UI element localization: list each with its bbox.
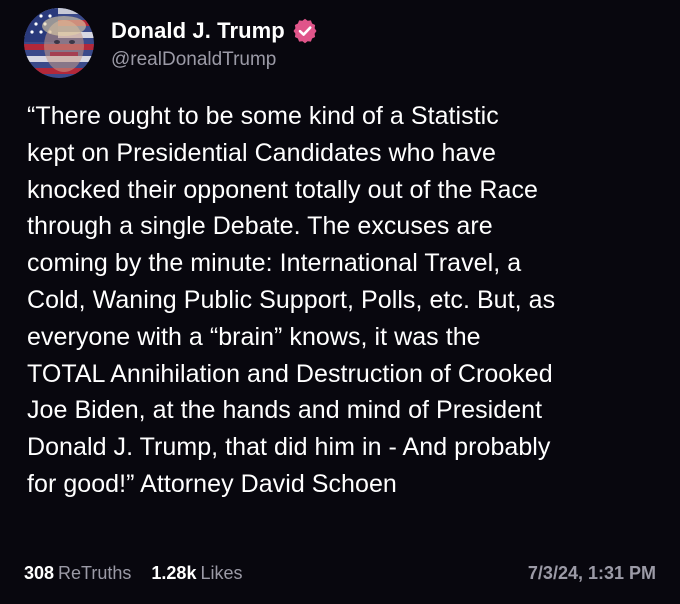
retruths-count: 308	[24, 562, 55, 583]
retruths-label: ReTruths	[58, 562, 132, 583]
flag-portrait-image	[24, 8, 94, 78]
author-info: Donald J. Trump @realDonaldTrump	[111, 16, 318, 71]
post-text: “There ought to be some kind of a Statis…	[27, 102, 556, 498]
truth-post: Donald J. Trump @realDonaldTrump “There …	[0, 0, 680, 604]
retruths-stat[interactable]: 308 ReTruths	[24, 563, 131, 584]
avatar[interactable]	[24, 8, 94, 78]
name-row: Donald J. Trump	[111, 16, 318, 46]
likes-count: 1.28k	[151, 562, 197, 583]
likes-stat[interactable]: 1.28k Likes	[151, 563, 242, 584]
post-timestamp[interactable]: 7/3/24, 1:31 PM	[528, 563, 656, 584]
likes-label: Likes	[200, 562, 243, 583]
display-name[interactable]: Donald J. Trump	[111, 18, 285, 44]
verified-badge-icon	[292, 18, 318, 44]
post-stats: 308 ReTruths 1.28k Likes 7/3/24, 1:31 PM	[24, 560, 656, 586]
post-header: Donald J. Trump @realDonaldTrump	[24, 8, 318, 78]
handle[interactable]: @realDonaldTrump	[111, 49, 318, 71]
